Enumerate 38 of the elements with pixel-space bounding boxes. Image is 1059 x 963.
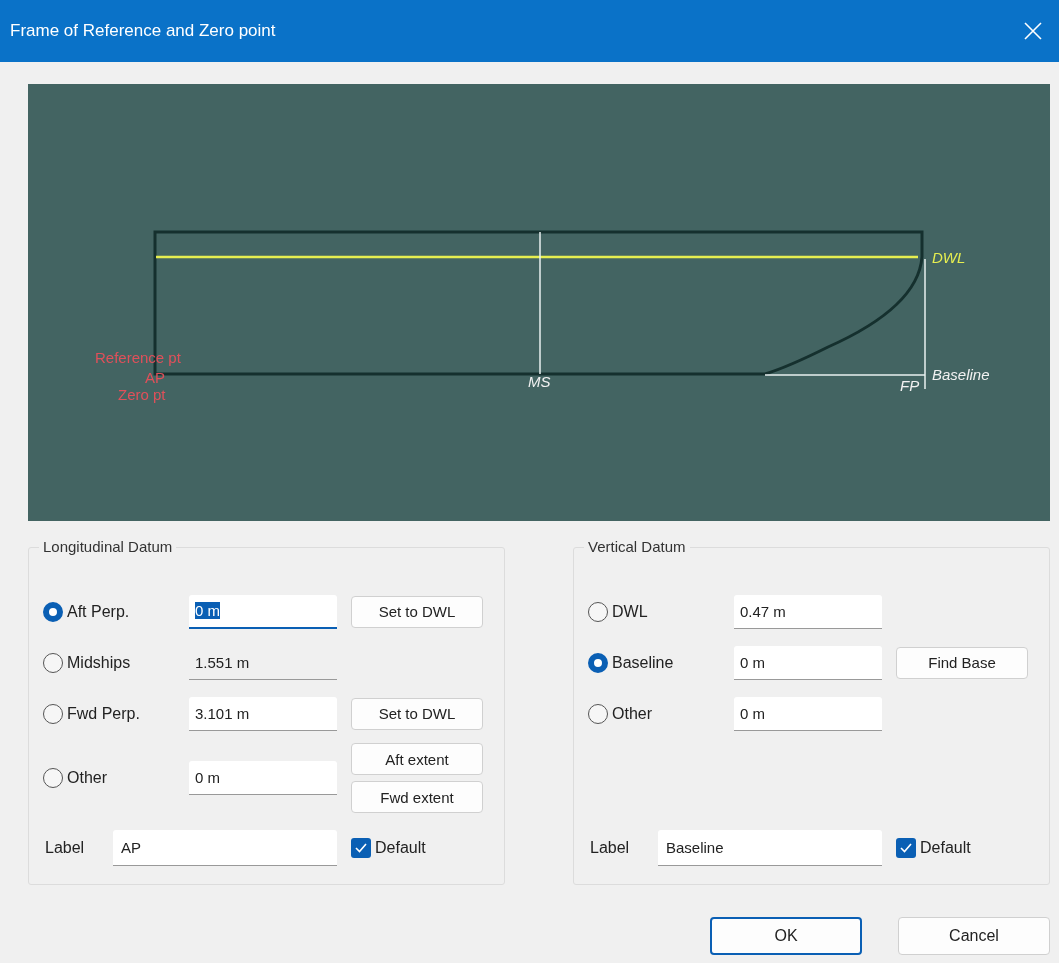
radio-option[interactable]: DWL bbox=[588, 601, 734, 622]
value-field[interactable]: 3.101 m bbox=[189, 696, 337, 731]
value-field[interactable]: 0 m bbox=[734, 645, 882, 680]
window-title: Frame of Reference and Zero point bbox=[10, 21, 276, 41]
label-field[interactable]: AP bbox=[113, 830, 337, 866]
value-field[interactable]: 0 m bbox=[189, 761, 337, 795]
value-field[interactable]: 0 m bbox=[189, 594, 337, 629]
label-caption: Label bbox=[589, 839, 631, 857]
action-button[interactable]: Aft extent bbox=[351, 743, 483, 775]
close-icon bbox=[1023, 21, 1043, 41]
radio-option[interactable]: Other bbox=[588, 703, 734, 724]
preview-label: DWL bbox=[932, 249, 966, 266]
action-button[interactable]: Find Base bbox=[896, 646, 1028, 679]
label-field[interactable]: Baseline bbox=[658, 830, 882, 866]
radio-option[interactable]: Midships bbox=[43, 652, 189, 673]
radio-option[interactable]: Fwd Perp. bbox=[43, 703, 189, 724]
radio-option[interactable]: Other bbox=[43, 768, 189, 788]
action-button[interactable]: Fwd extent bbox=[351, 781, 483, 813]
value-field[interactable]: 0.47 m bbox=[734, 594, 882, 629]
preview-label: FP bbox=[900, 377, 920, 394]
preview-label: AP bbox=[145, 369, 165, 386]
group-title: Vertical Datum bbox=[584, 538, 690, 555]
preview-label: Baseline bbox=[932, 366, 990, 383]
radio-option[interactable]: Aft Perp. bbox=[43, 601, 189, 622]
preview-label: MS bbox=[528, 373, 551, 390]
default-checkbox[interactable]: Default bbox=[896, 838, 971, 858]
action-button[interactable]: Set to DWL bbox=[351, 595, 483, 628]
value-field[interactable]: 0 m bbox=[734, 696, 882, 731]
dialog-button[interactable]: OK bbox=[710, 917, 862, 955]
preview-label: Reference pt bbox=[95, 349, 181, 366]
action-button[interactable]: Set to DWL bbox=[351, 697, 483, 730]
preview-label: Zero pt bbox=[118, 386, 166, 403]
radio-option[interactable]: Baseline bbox=[588, 652, 734, 673]
label-caption: Label bbox=[44, 839, 86, 857]
group-title: Longitudinal Datum bbox=[39, 538, 177, 555]
default-checkbox[interactable]: Default bbox=[351, 838, 426, 858]
value-field: 1.551 m bbox=[189, 645, 337, 680]
dialog-button[interactable]: Cancel bbox=[898, 917, 1050, 955]
